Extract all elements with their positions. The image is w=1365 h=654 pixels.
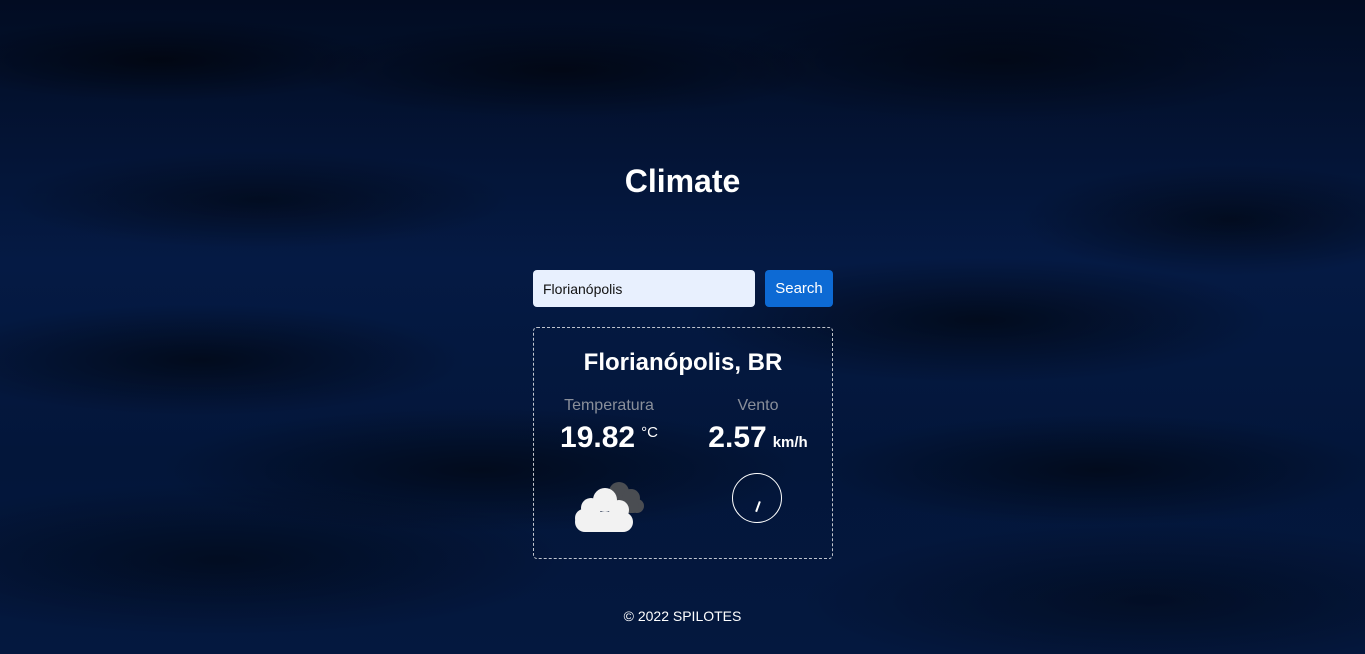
temperature-label: Temperatura <box>564 397 654 414</box>
temperature-block: Temperatura 19.82 °C <box>534 397 684 454</box>
wind-reading: 2.57 km/h <box>683 422 833 454</box>
search-form: Search <box>533 270 833 307</box>
wind-direction-icon <box>732 473 782 523</box>
temperature-unit: °C <box>641 424 658 441</box>
wind-value: 2.57 <box>708 421 767 454</box>
weather-card: Florianópolis, BR Temperatura 19.82 °C Ve… <box>533 327 833 559</box>
city-search-input[interactable] <box>533 270 755 307</box>
search-button[interactable]: Search <box>765 270 833 307</box>
footer-copyright: © 2022 SPILOTES <box>623 608 742 624</box>
wind-block: Vento 2.57 km/h <box>683 397 833 454</box>
city-name: Florianópolis, BR <box>583 349 783 376</box>
wind-direction-needle <box>755 501 761 512</box>
cloudy-icon <box>575 482 644 532</box>
wind-unit: km/h <box>772 434 808 451</box>
wind-label: Vento <box>737 397 779 414</box>
temperature-reading: 19.82 °C <box>534 422 684 454</box>
app-title: Climate <box>624 163 741 199</box>
temperature-value: 19.82 <box>560 421 636 454</box>
